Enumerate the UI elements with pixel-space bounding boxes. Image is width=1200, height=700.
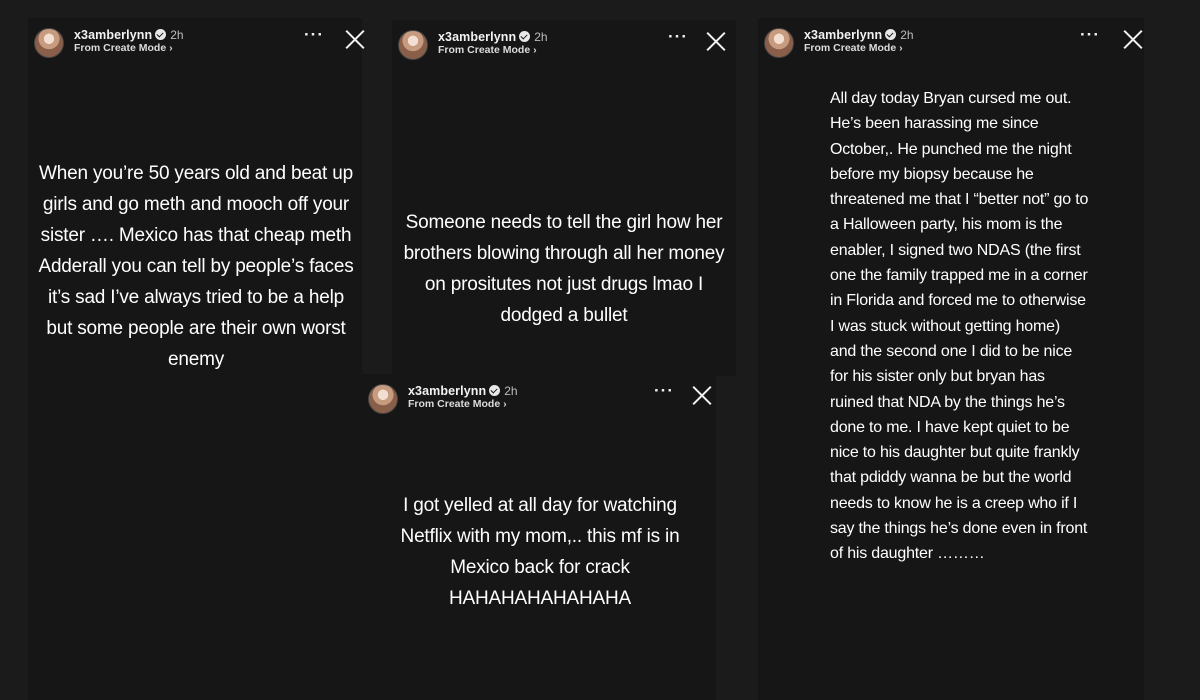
- username[interactable]: x3amberlynn: [408, 384, 486, 398]
- verified-badge-icon: [155, 29, 167, 40]
- verified-badge-icon: [489, 385, 501, 396]
- close-icon[interactable]: [342, 26, 368, 52]
- chevron-right-icon: ›: [503, 399, 507, 410]
- close-icon[interactable]: [703, 28, 729, 54]
- avatar[interactable]: [398, 30, 428, 60]
- post-time: 2h: [504, 384, 518, 398]
- chevron-right-icon: ›: [169, 43, 173, 54]
- story-panel-3: x3amberlynn 2h From Create Mode › ··· I go…: [362, 374, 716, 700]
- create-mode-link[interactable]: From Create Mode ›: [74, 42, 173, 54]
- story-panel-4: x3amberlynn 2h From Create Mode › ··· All …: [758, 18, 1144, 700]
- verified-badge-icon: [885, 29, 897, 40]
- create-mode-label: From Create Mode: [804, 42, 897, 54]
- more-options-icon[interactable]: ···: [302, 26, 326, 50]
- more-options-icon[interactable]: ···: [666, 28, 690, 52]
- avatar[interactable]: [34, 28, 64, 58]
- create-mode-label: From Create Mode: [438, 44, 531, 56]
- story-panel-1: x3amberlynn 2h From Create Mode › ··· When…: [28, 18, 362, 700]
- story-text: I got yelled at all day for watching Net…: [400, 495, 680, 609]
- story-header: x3amberlynn 2h From Create Mode › ···: [368, 382, 710, 420]
- post-time: 2h: [900, 28, 914, 42]
- story-header: x3amberlynn 2h From Create Mode › ···: [34, 26, 356, 64]
- avatar[interactable]: [764, 28, 794, 58]
- create-mode-link[interactable]: From Create Mode ›: [438, 44, 537, 56]
- story-header: x3amberlynn 2h From Create Mode › ···: [398, 28, 730, 66]
- username[interactable]: x3amberlynn: [438, 30, 516, 44]
- close-icon[interactable]: [1120, 26, 1146, 52]
- more-options-icon[interactable]: ···: [652, 382, 676, 406]
- chevron-right-icon: ›: [899, 43, 903, 54]
- story-text: When you’re 50 years old and beat up gir…: [38, 163, 354, 370]
- create-mode-label: From Create Mode: [74, 42, 167, 54]
- post-time: 2h: [534, 30, 548, 44]
- post-time: 2h: [170, 28, 184, 42]
- story-header: x3amberlynn 2h From Create Mode › ···: [764, 26, 1138, 64]
- avatar[interactable]: [368, 384, 398, 414]
- story-panel-2: x3amberlynn 2h From Create Mode › ··· Some…: [392, 20, 736, 376]
- create-mode-link[interactable]: From Create Mode ›: [804, 42, 903, 54]
- story-text: All day today Bryan cursed me out. He’s …: [830, 90, 1089, 563]
- more-options-icon[interactable]: ···: [1078, 26, 1102, 50]
- username[interactable]: x3amberlynn: [74, 28, 152, 42]
- close-icon[interactable]: [689, 382, 715, 408]
- create-mode-label: From Create Mode: [408, 398, 501, 410]
- story-text: Someone needs to tell the girl how her b…: [403, 212, 725, 326]
- verified-badge-icon: [519, 31, 531, 42]
- create-mode-link[interactable]: From Create Mode ›: [408, 398, 507, 410]
- username[interactable]: x3amberlynn: [804, 28, 882, 42]
- chevron-right-icon: ›: [533, 45, 537, 56]
